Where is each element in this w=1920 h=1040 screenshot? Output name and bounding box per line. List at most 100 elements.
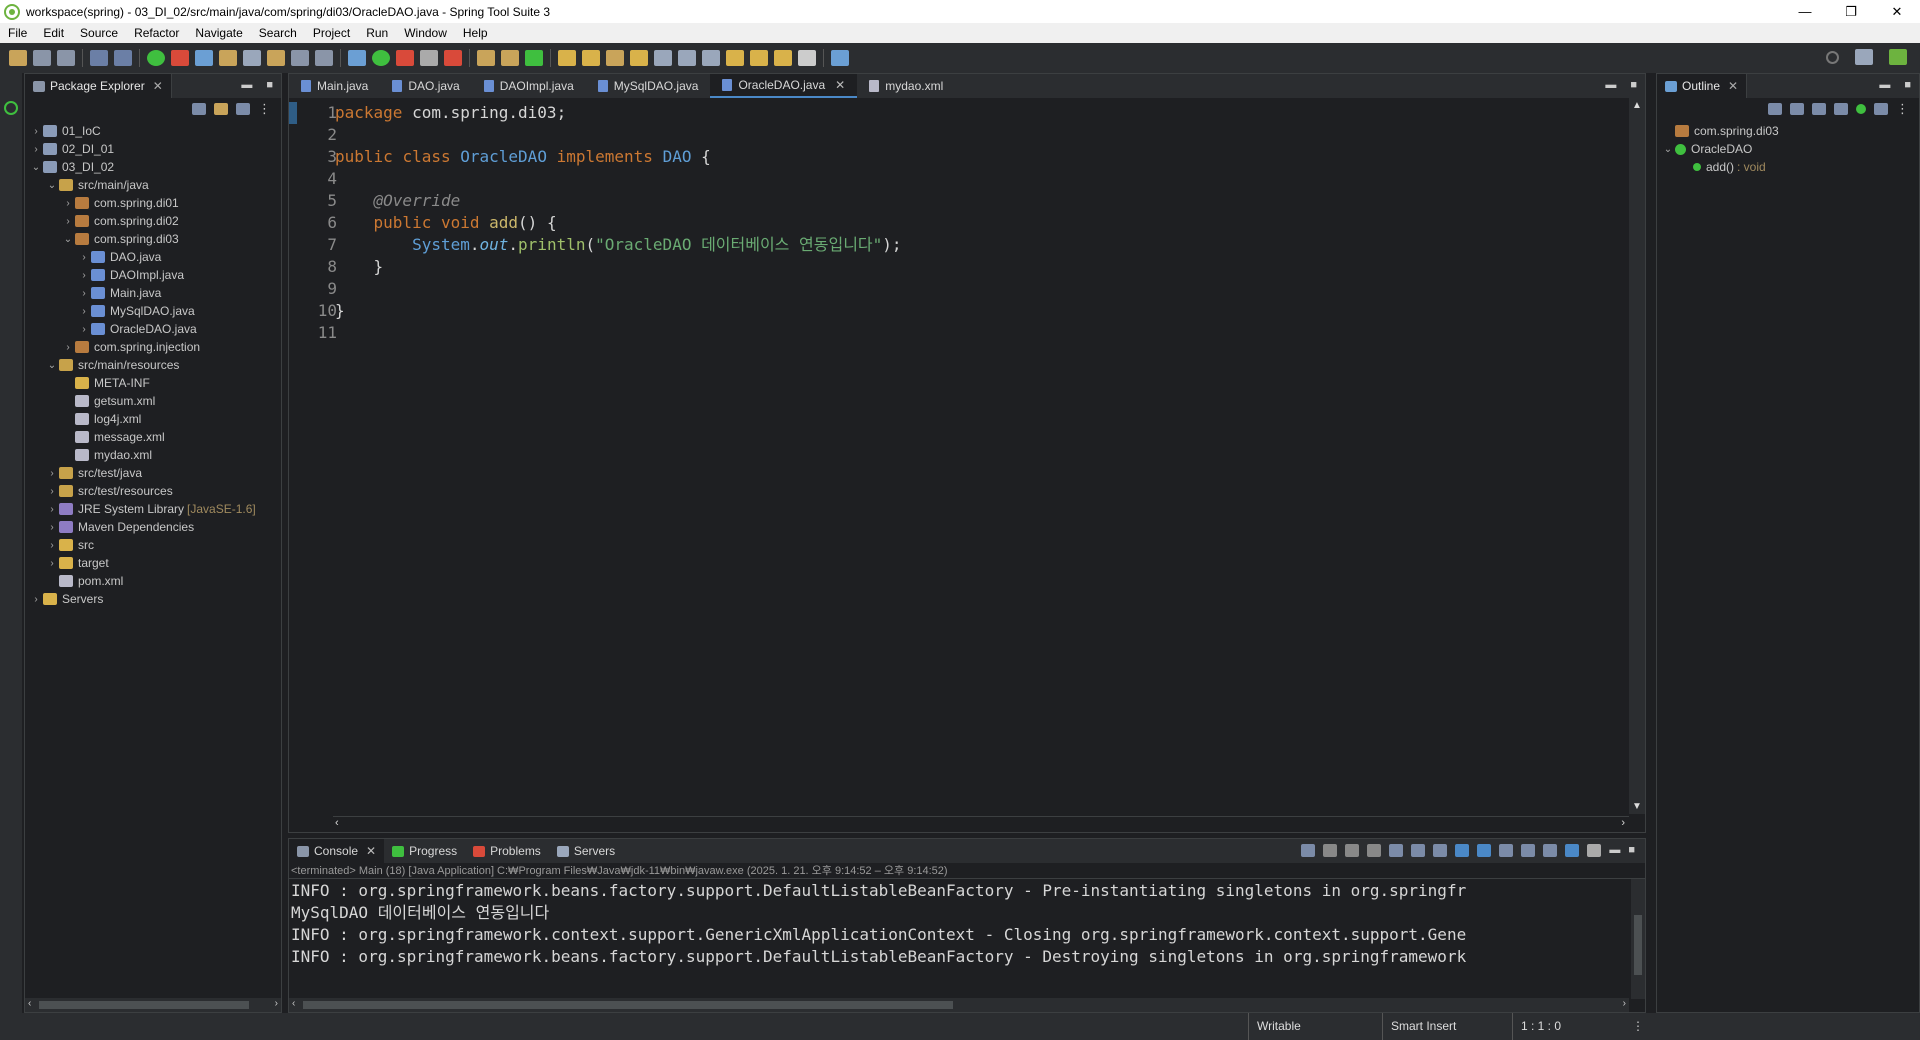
maximize-editor-icon[interactable]: ■	[1630, 79, 1637, 91]
expand-toggle-icon[interactable]: ›	[61, 198, 75, 209]
open-task-icon[interactable]	[243, 50, 261, 66]
maximize-view-icon[interactable]: ■	[266, 79, 273, 91]
tree-item[interactable]: › Maven Dependencies	[25, 518, 281, 536]
preferences-icon[interactable]	[1587, 844, 1602, 857]
code-line-11[interactable]	[335, 322, 902, 344]
tree-item[interactable]: › src/test/resources	[25, 482, 281, 500]
tree-item[interactable]: META-INF	[25, 374, 281, 392]
tree-item[interactable]: › Servers	[25, 590, 281, 608]
run-icon[interactable]	[372, 50, 390, 66]
new-java-class-icon[interactable]	[501, 50, 519, 66]
forward-icon[interactable]	[774, 50, 792, 66]
expand-toggle-icon[interactable]: ⌄	[1661, 144, 1675, 155]
tree-item[interactable]: message.xml	[25, 428, 281, 446]
tab-oracledao-java[interactable]: OracleDAO.java ✕	[710, 74, 858, 98]
back-icon[interactable]	[750, 50, 768, 66]
expand-toggle-icon[interactable]: ›	[61, 342, 75, 353]
save-icon[interactable]	[33, 50, 51, 66]
tree-item[interactable]: › src	[25, 536, 281, 554]
open-type-icon[interactable]	[219, 50, 237, 66]
close-icon[interactable]: ✕	[1728, 79, 1738, 93]
scroll-thumb[interactable]	[1634, 915, 1642, 975]
menu-window[interactable]: Window	[396, 26, 455, 40]
tab-progress[interactable]: Progress	[384, 839, 465, 863]
tab-dao-java[interactable]: DAO.java	[380, 74, 471, 98]
code-line-7[interactable]: System.out.println("OracleDAO 데이터베이스 연동입…	[335, 234, 901, 256]
minimize-editor-icon[interactable]: ▬	[1605, 79, 1616, 91]
minimize-view-icon[interactable]: ▬	[1879, 79, 1890, 91]
tree-item[interactable]: log4j.xml	[25, 410, 281, 428]
view-menu-icon[interactable]: ⋮	[1896, 101, 1909, 117]
tab-package-explorer[interactable]: Package Explorer ✕	[25, 74, 172, 98]
last-edit-icon[interactable]	[726, 50, 744, 66]
close-icon[interactable]: ✕	[366, 844, 376, 858]
coverage-icon[interactable]	[444, 50, 462, 66]
new-console-icon[interactable]	[1543, 844, 1558, 857]
terminate-icon[interactable]	[1323, 844, 1338, 857]
hide-static-icon[interactable]	[1834, 103, 1848, 115]
show-on-stderr-icon[interactable]	[1477, 844, 1492, 857]
scroll-right-icon[interactable]: ›	[1623, 998, 1626, 1009]
maximize-view-icon[interactable]: ■	[1628, 844, 1635, 857]
code-line-6[interactable]: public void add() {	[335, 212, 902, 234]
package-explorer-scrollbar[interactable]: ‹ ›	[25, 998, 281, 1012]
status-menu-icon[interactable]: ⋮	[1632, 1013, 1644, 1040]
expand-toggle-icon[interactable]: ⌄	[29, 162, 43, 173]
code-line-1[interactable]: package com.spring.di03;	[335, 102, 902, 124]
menu-run[interactable]: Run	[358, 26, 396, 40]
expand-toggle-icon[interactable]: ⌄	[45, 360, 59, 371]
code-line-10[interactable]: }	[335, 300, 902, 322]
expand-toggle-icon[interactable]: ›	[45, 522, 59, 533]
expand-toggle-icon[interactable]: ⌄	[45, 180, 59, 191]
show-whitespace-icon[interactable]	[315, 50, 333, 66]
filter-icon[interactable]	[236, 103, 250, 115]
expand-toggle-icon[interactable]: ›	[61, 216, 75, 227]
tree-item[interactable]: › com.spring.injection	[25, 338, 281, 356]
collapse-all-icon[interactable]	[1768, 103, 1782, 115]
terminal-icon[interactable]	[114, 50, 132, 66]
sort-icon[interactable]	[1790, 103, 1804, 115]
close-icon[interactable]: ✕	[153, 79, 163, 93]
editor-vertical-scrollbar[interactable]: ▲ ▼	[1629, 98, 1645, 814]
menu-help[interactable]: Help	[455, 26, 496, 40]
code-line-4[interactable]	[335, 168, 902, 190]
tree-item[interactable]: › target	[25, 554, 281, 572]
show-on-stdout-icon[interactable]	[1455, 844, 1470, 857]
tab-outline[interactable]: Outline ✕	[1657, 74, 1748, 98]
open-console-icon[interactable]	[1521, 844, 1536, 857]
outline-item[interactable]: ⌄ OracleDAO	[1657, 140, 1919, 158]
minimize-view-icon[interactable]: ▬	[241, 79, 252, 91]
expand-toggle-icon[interactable]: ›	[77, 324, 91, 335]
menu-refactor[interactable]: Refactor	[126, 26, 187, 40]
code-line-5[interactable]: @Override	[335, 190, 902, 212]
expand-toggle-icon[interactable]: ›	[29, 126, 43, 137]
tab-main-java[interactable]: Main.java	[289, 74, 380, 98]
menu-navigate[interactable]: Navigate	[187, 26, 250, 40]
expand-toggle-icon[interactable]: ›	[45, 486, 59, 497]
word-wrap-icon[interactable]	[1433, 844, 1448, 857]
code-editor[interactable]: 1 2 3 4 5 6 7 8 9 10 11 package com.spring.di03; p…	[289, 98, 1629, 814]
editor-horizontal-scrollbar[interactable]: ‹ ›	[333, 816, 1629, 832]
save-all-icon[interactable]	[57, 50, 75, 66]
console-settings-icon[interactable]	[1565, 844, 1580, 857]
new-spring-project-icon[interactable]	[195, 50, 213, 66]
tree-item[interactable]: › com.spring.di02	[25, 212, 281, 230]
expand-toggle-icon[interactable]: ›	[77, 270, 91, 281]
scroll-left-icon[interactable]: ‹	[28, 998, 31, 1009]
console-vertical-scrollbar[interactable]	[1631, 879, 1645, 999]
restore-button[interactable]: ❐	[1828, 0, 1874, 23]
tree-item[interactable]: › MySqlDAO.java	[25, 302, 281, 320]
remove-launch-icon[interactable]	[1345, 844, 1360, 857]
hide-fields-icon[interactable]	[1812, 103, 1826, 115]
expand-toggle-icon[interactable]: ›	[77, 288, 91, 299]
scroll-right-icon[interactable]: ›	[1621, 817, 1625, 829]
console-horizontal-scrollbar[interactable]: ‹ ›	[289, 998, 1629, 1012]
tree-item[interactable]: › Main.java	[25, 284, 281, 302]
tab-mysqldao-java[interactable]: MySqlDAO.java	[586, 74, 711, 98]
scroll-up-icon[interactable]: ▲	[1632, 100, 1642, 111]
open-folder-icon[interactable]	[558, 50, 576, 66]
annotation-icon[interactable]	[654, 50, 672, 66]
collapse-all-icon[interactable]	[192, 103, 206, 115]
menu-source[interactable]: Source	[72, 26, 126, 40]
expand-toggle-icon[interactable]: ›	[45, 468, 59, 479]
